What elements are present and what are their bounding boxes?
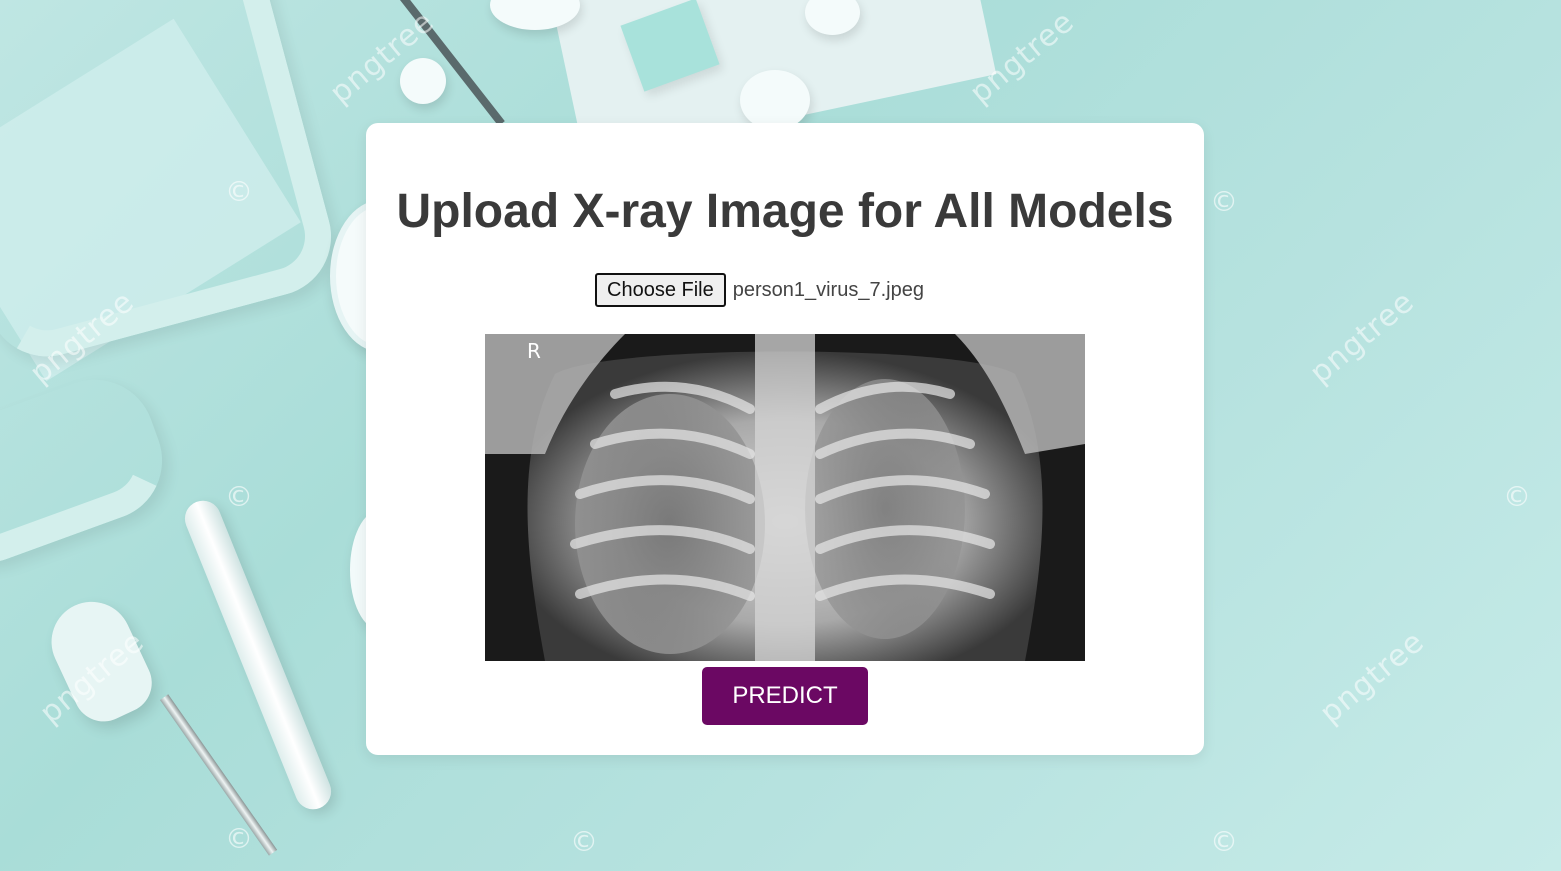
medical-pen bbox=[179, 495, 337, 815]
upload-card: Upload X-ray Image for All Models Choose… bbox=[366, 123, 1204, 755]
copyright-mark: © bbox=[225, 480, 253, 513]
reflex-hammer-handle bbox=[160, 694, 278, 856]
medical-item bbox=[400, 58, 446, 104]
choose-file-button[interactable]: Choose File bbox=[595, 273, 726, 307]
file-upload-field[interactable]: Choose File person1_virus_7.jpeg bbox=[595, 273, 924, 307]
xray-side-marker: R bbox=[527, 339, 541, 363]
predict-button[interactable]: PREDICT bbox=[702, 667, 868, 725]
copyright-mark: © bbox=[1210, 825, 1238, 858]
copyright-mark: © bbox=[225, 822, 253, 855]
selected-file-name: person1_virus_7.jpeg bbox=[732, 278, 924, 301]
xray-illustration: R bbox=[485, 334, 1085, 661]
copyright-mark: © bbox=[1503, 480, 1531, 513]
xray-preview-image: R bbox=[485, 334, 1085, 661]
page-title: Upload X-ray Image for All Models bbox=[396, 185, 1174, 238]
medical-item bbox=[740, 70, 810, 130]
watermark: pngtree bbox=[1303, 284, 1422, 391]
copyright-mark: © bbox=[225, 175, 253, 208]
copyright-mark: © bbox=[570, 825, 598, 858]
stethoscope-tube bbox=[0, 362, 179, 580]
copyright-mark: © bbox=[1210, 185, 1238, 218]
stethoscope-tube bbox=[0, 0, 345, 370]
watermark: pngtree bbox=[1313, 624, 1432, 731]
